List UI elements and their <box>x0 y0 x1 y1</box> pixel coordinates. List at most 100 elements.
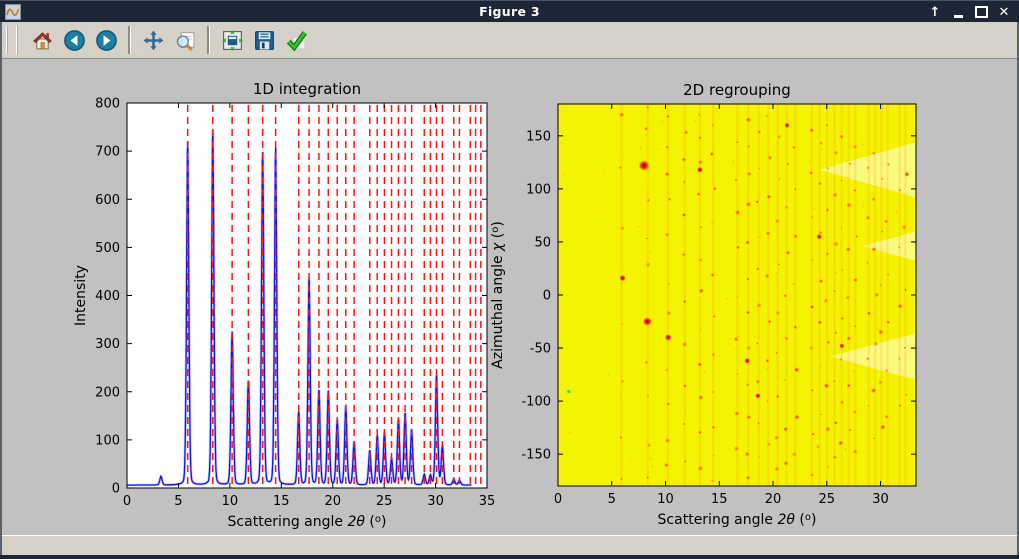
diffraction-spot <box>766 400 769 403</box>
svg-text:30: 30 <box>872 492 889 507</box>
subplots-button[interactable] <box>218 26 246 54</box>
diffraction-spot <box>792 145 796 149</box>
diffraction-spot <box>712 454 715 457</box>
plot-toolbar <box>2 22 1017 58</box>
diffraction-spot <box>783 294 787 298</box>
diffraction-spot <box>809 128 814 133</box>
diffraction-spot <box>819 279 824 284</box>
maximize-button[interactable] <box>974 3 988 21</box>
pan-button[interactable] <box>139 26 167 54</box>
diffraction-spot <box>778 177 781 180</box>
strong-diffraction-spot <box>755 393 761 399</box>
diffraction-spot <box>791 451 797 457</box>
diffraction-spot <box>853 370 855 372</box>
plot-title: 2D regrouping <box>683 81 791 99</box>
diffraction-spot <box>897 303 903 309</box>
diffraction-spot <box>841 269 843 271</box>
diffraction-spot <box>776 394 780 398</box>
subplots-icon <box>221 29 244 52</box>
pan-icon <box>142 29 165 52</box>
minimize-button[interactable] <box>951 3 965 21</box>
diffraction-spot <box>840 179 842 181</box>
diffraction-spot <box>745 240 750 245</box>
svg-text:20: 20 <box>324 494 341 509</box>
diffraction-spot <box>699 258 703 262</box>
diffraction-spot <box>855 235 858 238</box>
svg-text:400: 400 <box>95 289 120 304</box>
diffraction-spot <box>683 384 687 388</box>
svg-text:800: 800 <box>95 97 120 112</box>
diffraction-spot <box>736 245 740 249</box>
diffraction-spot <box>827 167 829 169</box>
svg-text:50: 50 <box>534 235 551 250</box>
diffraction-spot <box>885 369 888 372</box>
diffraction-spot <box>667 402 670 405</box>
diffraction-spot <box>811 432 815 436</box>
diffraction-spot <box>647 443 652 448</box>
home-button[interactable] <box>28 26 56 54</box>
plot-2d-regrouping[interactable] <box>558 104 916 486</box>
diffraction-spot <box>853 278 858 283</box>
diffraction-spot <box>767 155 772 160</box>
svg-text:25: 25 <box>818 492 835 507</box>
diffraction-spot <box>699 328 701 330</box>
forward-button[interactable] <box>92 26 120 54</box>
toolbar-grip[interactable] <box>6 26 18 54</box>
strong-diffraction-spot <box>665 334 672 341</box>
plots-canvas[interactable]: 0510152025303501002003004005006007008001… <box>2 59 1017 536</box>
diffraction-spot <box>697 362 702 367</box>
diffraction-spot <box>904 346 906 348</box>
titlebar[interactable]: Figure 3 ↑✕ <box>0 0 1019 22</box>
save-button[interactable] <box>250 26 278 54</box>
diffraction-spot <box>867 166 870 169</box>
svg-text:-150: -150 <box>521 448 551 463</box>
diffraction-spot <box>711 425 715 429</box>
diffraction-spot <box>840 316 845 321</box>
diffraction-spot <box>758 236 761 239</box>
diffraction-spot <box>847 384 851 388</box>
diffraction-spot <box>711 221 714 224</box>
diffraction-spot <box>746 346 751 351</box>
plot-1d-integration[interactable] <box>127 103 487 488</box>
svg-text:0: 0 <box>112 482 120 497</box>
diffraction-spot <box>783 427 788 432</box>
zoom-button[interactable] <box>171 26 199 54</box>
strong-diffraction-spot <box>839 343 844 348</box>
diffraction-spot <box>699 288 704 293</box>
back-button[interactable] <box>60 26 88 54</box>
diffraction-spot <box>775 351 778 354</box>
diffraction-spot <box>820 413 822 415</box>
diffraction-spot <box>734 446 740 452</box>
diffraction-spot <box>666 310 672 316</box>
diffraction-spot <box>736 373 738 375</box>
diffraction-spot <box>619 166 622 169</box>
diffraction-spot <box>683 300 687 304</box>
diffraction-spot <box>833 150 839 156</box>
svg-text:30: 30 <box>427 494 444 509</box>
diffraction-spot <box>809 346 814 351</box>
diffraction-spot <box>810 473 814 477</box>
diffraction-spot <box>849 162 852 165</box>
diffraction-spot <box>834 421 838 425</box>
diffraction-spot <box>774 435 779 440</box>
diffraction-spot <box>811 259 814 262</box>
figure-canvas[interactable]: 0510152025303501002003004005006007008001… <box>2 58 1017 535</box>
diffraction-spot <box>866 262 868 264</box>
diffraction-spot <box>735 210 741 216</box>
diffraction-spot <box>621 227 624 230</box>
diffraction-spot <box>736 296 739 299</box>
rollup-button[interactable]: ↑ <box>928 3 942 21</box>
close-button[interactable]: ✕ <box>997 3 1011 21</box>
diffraction-spot <box>734 411 739 416</box>
svg-text:10: 10 <box>222 494 239 509</box>
diffraction-spot <box>810 305 815 310</box>
diffraction-spot <box>825 252 829 256</box>
diffraction-spot <box>646 198 650 202</box>
diffraction-spot <box>847 336 851 340</box>
diffraction-spot <box>825 123 829 127</box>
window-bottom-border <box>0 555 1019 559</box>
svg-text:700: 700 <box>95 145 120 160</box>
diffraction-spot <box>811 389 814 392</box>
strong-diffraction-spot <box>697 167 703 173</box>
confirm-button[interactable] <box>282 26 310 54</box>
